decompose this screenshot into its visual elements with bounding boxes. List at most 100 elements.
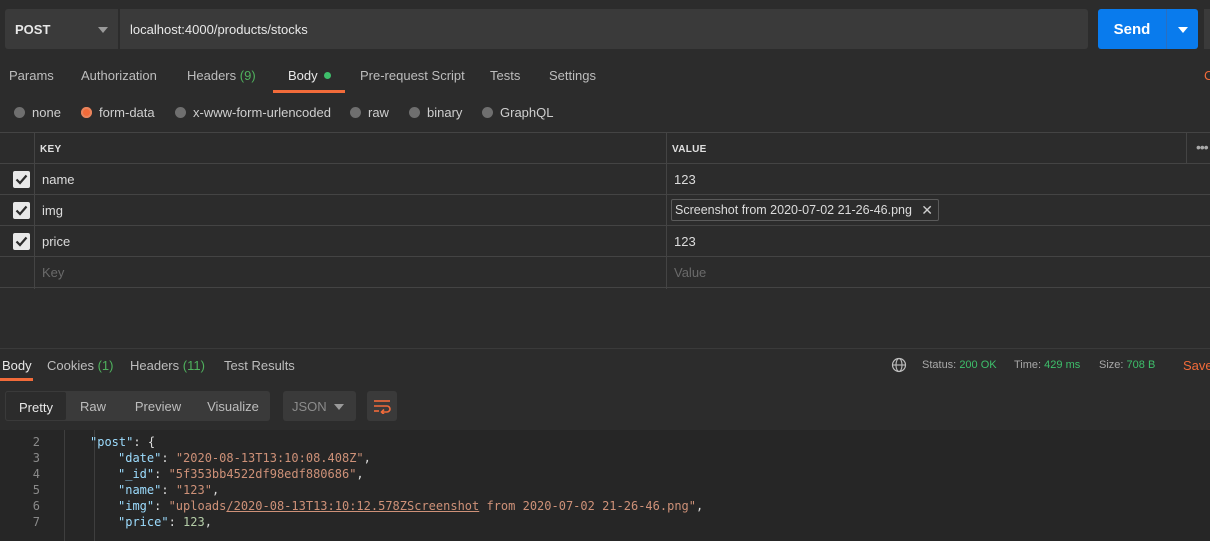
wrap-lines-button[interactable] xyxy=(367,391,397,421)
status-value: 200 OK xyxy=(959,359,997,371)
json-key: "post" xyxy=(90,435,134,449)
response-tab-cookies[interactable]: Cookies (1) xyxy=(47,358,113,373)
time-value: 429 ms xyxy=(1044,359,1081,371)
json-punct: , xyxy=(204,515,212,529)
code-line: "img": "uploads/2020-08-13T13:10:12.578Z… xyxy=(118,499,703,513)
row-key[interactable]: img xyxy=(42,203,63,218)
response-tab-body[interactable]: Body xyxy=(2,358,32,373)
format-raw-button[interactable]: Raw xyxy=(71,391,115,421)
format-visualize-button[interactable]: Visualize xyxy=(200,391,266,421)
size-value: 708 B xyxy=(1126,359,1156,371)
tab-tests[interactable]: Tests xyxy=(490,68,520,83)
send-label: Send xyxy=(1113,21,1151,38)
chevron-down-icon[interactable] xyxy=(1178,27,1188,33)
active-tab-indicator xyxy=(273,90,345,93)
send-button[interactable]: Send xyxy=(1098,9,1198,49)
close-icon[interactable]: ✕ xyxy=(921,202,933,219)
json-punct: , xyxy=(356,467,364,481)
line-number: 3 xyxy=(32,451,40,465)
form-data-table: KEY VALUE ••• name 123 img Screenshot fr… xyxy=(0,132,1210,289)
row-key[interactable]: price xyxy=(42,234,70,249)
key-input[interactable]: Key xyxy=(42,265,64,280)
tab-count: (11) xyxy=(182,358,205,373)
tab-label: Headers xyxy=(130,358,180,373)
radio-graphql[interactable]: GraphQL xyxy=(482,105,553,120)
tab-settings[interactable]: Settings xyxy=(549,68,596,83)
json-key: "img" xyxy=(118,499,155,513)
row-value[interactable]: 123 xyxy=(674,234,696,249)
format-type-label: JSON xyxy=(292,399,327,414)
tab-label: Tests xyxy=(490,68,521,83)
json-separator: : xyxy=(133,435,148,449)
send-divider xyxy=(1166,9,1167,49)
response-tab-headers[interactable]: Headers (11) xyxy=(130,358,205,373)
tab-count: (1) xyxy=(97,358,114,373)
json-key: "date" xyxy=(118,451,162,465)
checkbox-checked-icon[interactable] xyxy=(13,202,30,219)
file-chip[interactable]: Screenshot from 2020-07-02 21-26-46.png … xyxy=(671,199,939,221)
tab-authorization[interactable]: Authorization xyxy=(81,68,157,83)
radio-label: GraphQL xyxy=(500,105,554,120)
save-button-edge[interactable] xyxy=(1204,9,1210,49)
line-number: 2 xyxy=(32,435,40,449)
table-row: price 123 xyxy=(0,226,1210,257)
radio-form-data[interactable]: form-data xyxy=(81,105,155,120)
method-select[interactable]: POST xyxy=(5,9,119,49)
save-response-button[interactable]: Save xyxy=(1183,358,1210,373)
code-line: "name": "123", xyxy=(118,483,219,497)
value-input[interactable]: Value xyxy=(674,265,706,280)
format-preview-button[interactable]: Preview xyxy=(127,391,189,421)
response-tab-test-results[interactable]: Test Results xyxy=(224,358,295,373)
more-horizontal-icon[interactable]: ••• xyxy=(1196,139,1209,155)
radio-raw[interactable]: raw xyxy=(350,105,389,120)
line-number: 7 xyxy=(32,515,40,529)
json-separator: : xyxy=(168,515,184,529)
file-name: Screenshot from 2020-07-02 21-26-46.png xyxy=(675,203,912,217)
radio-label: form-data xyxy=(99,105,155,120)
tab-label: Params xyxy=(9,68,54,83)
radio-label: binary xyxy=(427,105,463,120)
json-string: "uploads xyxy=(168,499,227,513)
json-punct: , xyxy=(696,499,704,513)
tab-label: Pre-request Script xyxy=(360,68,465,83)
radio-icon xyxy=(482,107,493,118)
globe-icon[interactable] xyxy=(891,357,907,373)
tab-label: Authorization xyxy=(81,68,157,83)
radio-none[interactable]: none xyxy=(14,105,61,120)
radio-selected-icon xyxy=(81,107,92,118)
checkbox-checked-icon[interactable] xyxy=(13,171,30,188)
format-type-select[interactable]: JSON xyxy=(283,391,356,421)
time-label: Time: xyxy=(1014,359,1042,371)
size-readout: Size: 708 B xyxy=(1099,359,1155,371)
tab-headers[interactable]: Headers (9) xyxy=(187,68,256,83)
format-pretty-button[interactable]: Pretty xyxy=(5,391,67,421)
json-separator: : xyxy=(161,451,176,465)
json-key: "price" xyxy=(118,515,169,529)
radio-icon xyxy=(14,107,25,118)
tab-pre-request-script[interactable]: Pre-request Script xyxy=(360,68,465,83)
json-separator: : xyxy=(154,499,169,513)
radio-label: none xyxy=(32,105,61,120)
key-column-header: KEY xyxy=(40,144,62,155)
row-key[interactable]: name xyxy=(42,172,75,187)
line-number: 5 xyxy=(32,483,40,497)
tab-count: (9) xyxy=(239,68,256,83)
code-line: "date": "2020-08-13T13:10:08.408Z", xyxy=(118,451,371,465)
tab-label: Settings xyxy=(549,68,596,83)
tab-params[interactable]: Params xyxy=(9,68,54,83)
json-link[interactable]: /2020-08-13T13:10:12.578ZScreenshot xyxy=(226,499,479,513)
radio-x-www-form-urlencoded[interactable]: x-www-form-urlencoded xyxy=(175,105,331,120)
cookies-link[interactable]: C xyxy=(1204,68,1210,83)
tab-body[interactable]: Body xyxy=(288,68,331,83)
radio-binary[interactable]: binary xyxy=(409,105,462,120)
time-readout: Time: 429 ms xyxy=(1014,359,1080,371)
radio-icon xyxy=(175,107,186,118)
checkbox-checked-icon[interactable] xyxy=(13,233,30,250)
url-input[interactable]: localhost:4000/products/stocks xyxy=(120,9,1088,49)
tab-label: Body xyxy=(2,358,32,373)
json-key: "name" xyxy=(118,483,162,497)
json-key: "_id" xyxy=(118,467,155,481)
request-tabs: Params Authorization Headers (9) Body Pr… xyxy=(0,58,1210,94)
row-value[interactable]: 123 xyxy=(674,172,696,187)
json-string: "5f353bb4522df98edf880686" xyxy=(168,467,357,481)
